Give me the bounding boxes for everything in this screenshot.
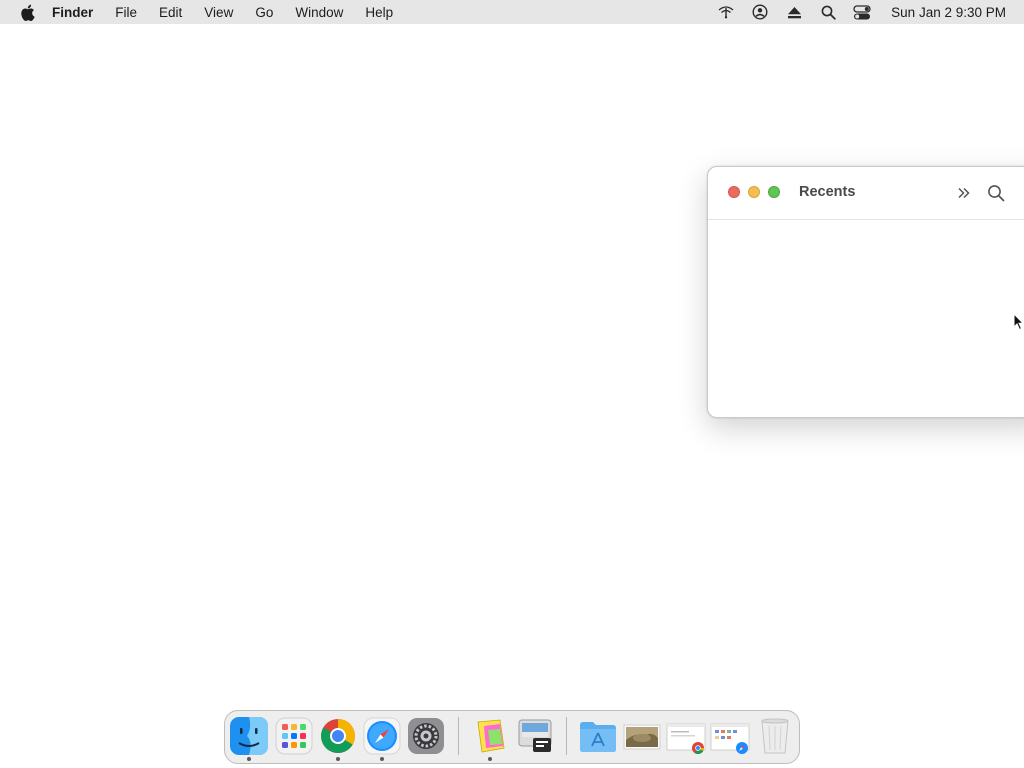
mouse-cursor-icon [1013, 312, 1024, 331]
window-search-icon[interactable] [986, 183, 1006, 203]
menu-edit[interactable]: Edit [159, 5, 182, 20]
control-center-icon[interactable] [853, 3, 871, 21]
menu-bar: Finder File Edit View Go Window Help Sun… [0, 0, 1024, 24]
chrome-icon[interactable] [318, 716, 358, 756]
user-icon[interactable] [751, 3, 769, 21]
applications-folder-icon[interactable] [578, 716, 618, 756]
menu-help[interactable]: Help [365, 5, 393, 20]
running-indicator [488, 757, 492, 761]
document-chrome-icon[interactable] [666, 716, 706, 756]
document-safari-icon[interactable] [710, 716, 750, 756]
window-close-button[interactable] [728, 186, 740, 198]
window-content-area[interactable] [708, 220, 1024, 417]
color-app-icon[interactable] [470, 716, 510, 756]
menu-go[interactable]: Go [255, 5, 273, 20]
menu-window[interactable]: Window [295, 5, 343, 20]
window-zoom-button[interactable] [768, 186, 780, 198]
dock-separator [566, 717, 567, 755]
menu-view[interactable]: View [204, 5, 233, 20]
preview-app-icon[interactable] [515, 716, 555, 756]
launchpad-icon[interactable] [274, 716, 314, 756]
chevron-double-right-icon[interactable] [954, 183, 974, 203]
window-title: Recents [799, 184, 856, 200]
search-icon[interactable] [819, 3, 837, 21]
menu-file[interactable]: File [115, 5, 137, 20]
apple-menu-icon[interactable] [18, 3, 36, 21]
finder-window[interactable]: Recents [707, 166, 1024, 418]
window-minimize-button[interactable] [748, 186, 760, 198]
safari-icon[interactable] [362, 716, 402, 756]
finder-icon[interactable] [229, 716, 269, 756]
dock-separator [458, 717, 459, 755]
running-indicator [247, 757, 251, 761]
eject-icon[interactable] [785, 3, 803, 21]
wifi-off-icon[interactable] [717, 3, 735, 21]
menu-app-name[interactable]: Finder [52, 5, 93, 20]
system-settings-icon[interactable] [406, 716, 446, 756]
running-indicator [380, 757, 384, 761]
window-titlebar[interactable]: Recents [708, 167, 1024, 220]
trash-icon[interactable] [755, 716, 795, 756]
menubar-clock[interactable]: Sun Jan 2 9:30 PM [891, 5, 1006, 20]
running-indicator [336, 757, 340, 761]
photo-thumbnail-icon[interactable] [622, 716, 662, 756]
